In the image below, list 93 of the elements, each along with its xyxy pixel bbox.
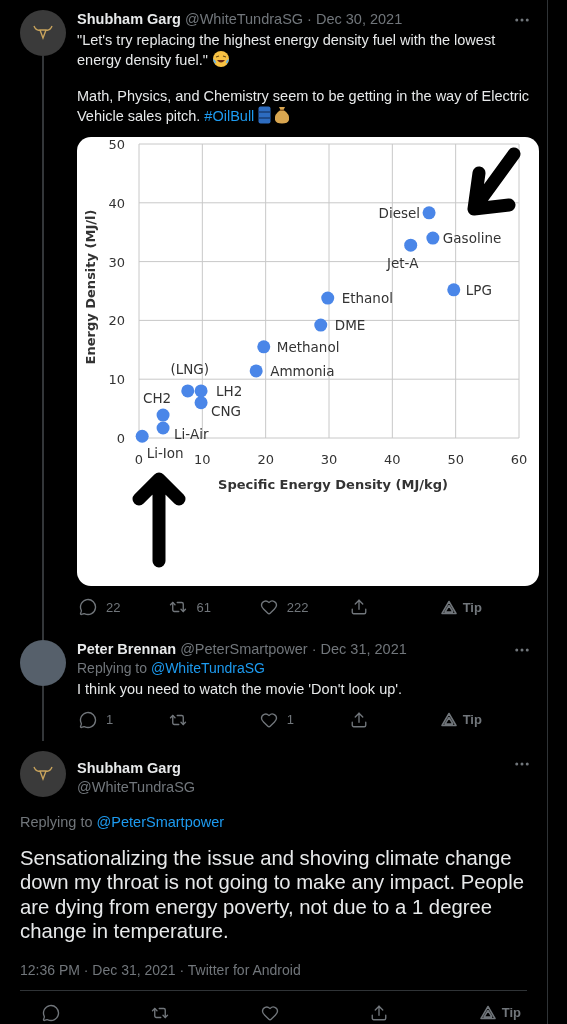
- y-tick-label: 10: [108, 372, 125, 388]
- reply-icon: [79, 710, 97, 729]
- point-label: Gasoline: [442, 230, 502, 247]
- retweet-button[interactable]: 61: [169, 598, 211, 616]
- bull-logo-drawing: [32, 24, 54, 42]
- handle: @WhiteTundraSG: [77, 777, 197, 797]
- triangle-icon: [440, 712, 457, 727]
- logo-avatar[interactable]: [20, 750, 66, 797]
- share-icon: [370, 1003, 389, 1022]
- data-point: [156, 421, 170, 435]
- y-tick-label: 0: [116, 431, 125, 446]
- data-point: [422, 206, 436, 220]
- author-name[interactable]: Shubham Garg: [77, 10, 181, 29]
- replying-label: Replying to: [77, 660, 148, 676]
- tip-button[interactable]: Tip: [479, 1005, 521, 1020]
- point-label: CH2: [143, 390, 172, 407]
- author-name[interactable]: Shubham Garg: [77, 758, 513, 778]
- y-axis-title: Energy Density (MJ/l): [83, 209, 98, 365]
- reply-icon: [79, 598, 97, 616]
- x-axis-title: Specific Energy Density (MJ/kg): [218, 477, 448, 492]
- x-tick-label: 0: [134, 452, 144, 467]
- data-point: [135, 429, 149, 443]
- point-label: Diesel: [378, 204, 421, 221]
- tweet-text: I think you need to watch the movie 'Don't look up'.: [77, 680, 404, 699]
- point-label: CNG: [211, 402, 242, 419]
- data-point: [314, 318, 328, 332]
- y-tick-label: 30: [108, 254, 125, 270]
- handle-and-date: @WhiteTundraSG · Dec 30, 2021: [184, 10, 403, 29]
- triangle-icon: [479, 1005, 496, 1020]
- data-point: [257, 340, 271, 354]
- hashtag-link[interactable]: #OilBull: [204, 107, 255, 124]
- y-tick-label: 50: [108, 137, 125, 152]
- data-point: [181, 384, 195, 398]
- share-icon: [350, 710, 369, 729]
- point-label: Li-Ion: [146, 445, 184, 462]
- tip-button[interactable]: Tip: [440, 712, 482, 727]
- point-label: LPG: [465, 281, 492, 298]
- reply-button[interactable]: 22: [79, 598, 121, 616]
- data-point: [404, 238, 418, 252]
- author-name[interactable]: Peter Brennan: [77, 640, 177, 659]
- like-button[interactable]: 1: [259, 710, 295, 729]
- data-point: [156, 408, 170, 422]
- logo-avatar[interactable]: [20, 10, 66, 56]
- share-icon: [350, 598, 369, 616]
- reply-button[interactable]: 1: [79, 710, 114, 729]
- point-label: Jet-A: [387, 255, 419, 272]
- laughing-face-icon: [211, 49, 230, 68]
- x-tick-label: 40: [384, 452, 401, 467]
- timestamp: 12:36 PM · Dec 31, 2021 · Twitter for Android: [20, 961, 301, 978]
- point-label: LH2: [216, 382, 243, 399]
- reply-icon: [42, 1003, 60, 1022]
- arrow-drawing: [467, 147, 521, 216]
- money-bag-icon: [274, 105, 291, 124]
- point-label: Ethanol: [341, 290, 393, 307]
- x-tick-label: 10: [194, 452, 211, 467]
- like-button[interactable]: 222: [259, 598, 309, 616]
- handle-and-date: @PeterSmartpower · Dec 31, 2021: [180, 640, 407, 659]
- heart-icon: [259, 598, 278, 616]
- replying-label: Replying to: [20, 813, 93, 830]
- mention-link[interactable]: @WhiteTundraSG: [150, 660, 265, 676]
- x-tick-label: 20: [257, 452, 274, 467]
- triangle-icon: [440, 599, 457, 615]
- y-tick-label: 20: [108, 313, 125, 329]
- data-point: [426, 231, 440, 245]
- x-tick-label: 50: [447, 452, 464, 467]
- data-point: [447, 283, 461, 297]
- point-label: Methanol: [276, 338, 340, 355]
- mention-link[interactable]: @PeterSmartpower: [96, 813, 225, 830]
- share-button[interactable]: [370, 1003, 389, 1022]
- tweet-text: Sensationalizing the issue and shoving climate change down my throat is not going to make any impact. People are dying from energy poverty, not due to a 1 degree change in temperature.: [20, 845, 525, 944]
- point-label: Ammonia: [270, 362, 335, 379]
- x-tick-label: 30: [320, 452, 338, 467]
- point-label: Li-Air: [174, 426, 209, 442]
- y-tick-label: 40: [108, 195, 125, 211]
- like-button[interactable]: [260, 1003, 279, 1022]
- point-label: DME: [334, 317, 366, 334]
- avatar-photo-placeholder[interactable]: [20, 640, 66, 686]
- data-point: [249, 364, 263, 378]
- bull-logo-drawing: [32, 764, 54, 783]
- data-point: [194, 396, 208, 410]
- heart-icon: [260, 1003, 279, 1022]
- point-label: (LNG): [170, 360, 210, 377]
- share-button[interactable]: [350, 598, 369, 616]
- tweet-text: Math, Physics, and Chemistry seem to be getting in the way of Electric Vehicle sales pitch. #OilBull: [77, 87, 531, 125]
- barrel-icon: [258, 105, 272, 124]
- data-point: [194, 384, 208, 398]
- tip-button[interactable]: Tip: [440, 599, 482, 615]
- share-button[interactable]: [350, 710, 369, 729]
- x-tick-label: 60: [510, 452, 528, 467]
- data-point: [321, 291, 335, 305]
- tweet-text: "Let's try replacing the highest energy density fuel with the lowest energy density fuel.": [77, 31, 497, 69]
- heart-icon: [259, 710, 278, 729]
- reply-button[interactable]: [42, 1003, 60, 1022]
